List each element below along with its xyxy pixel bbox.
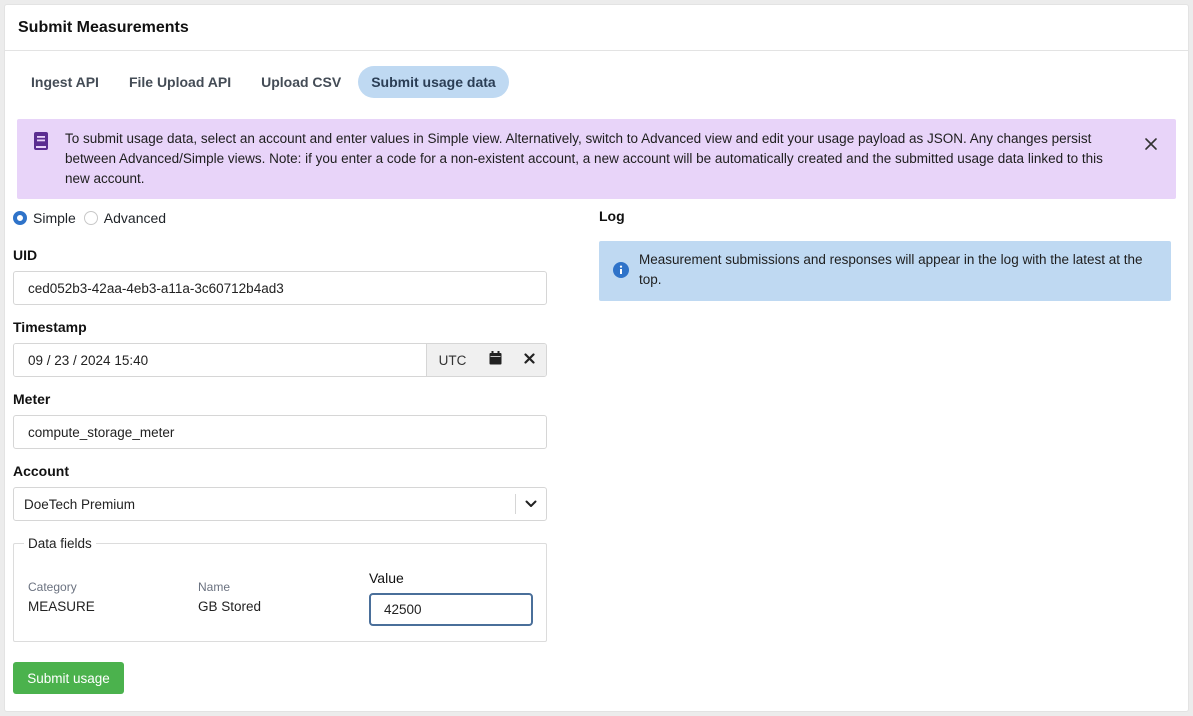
clear-timestamp-button[interactable] xyxy=(512,344,546,376)
category-column: Category MEASURE xyxy=(28,580,95,614)
account-select-value: DoeTech Premium xyxy=(24,496,136,512)
view-mode-toggle: Simple Advanced xyxy=(13,208,547,228)
tab-ingest-api[interactable]: Ingest API xyxy=(18,66,112,98)
radio-advanced[interactable] xyxy=(83,211,98,225)
meter-label: Meter xyxy=(13,391,51,407)
log-info-text: Measurement submissions and responses wi… xyxy=(639,252,1143,287)
calendar-button[interactable] xyxy=(478,344,512,376)
timestamp-input[interactable] xyxy=(14,344,426,376)
tab-file-upload-api[interactable]: File Upload API xyxy=(116,66,244,98)
data-fields-legend: Data fields xyxy=(24,536,96,551)
radio-simple[interactable] xyxy=(13,211,27,225)
timestamp-label: Timestamp xyxy=(13,319,87,335)
data-fields-group: Data fields Category MEASURE Name GB Sto… xyxy=(13,536,547,642)
radio-advanced-label[interactable]: Advanced xyxy=(104,210,166,226)
log-title: Log xyxy=(599,208,625,224)
page-title: Submit Measurements xyxy=(18,18,189,36)
instructions-text: To submit usage data, select an account … xyxy=(65,131,1103,186)
log-panel: Log Measurement submissions and response… xyxy=(599,208,1171,301)
uid-input[interactable] xyxy=(13,271,547,305)
chevron-down-icon[interactable] xyxy=(516,500,546,508)
value-input[interactable] xyxy=(369,593,533,626)
value-label: Value xyxy=(369,570,404,586)
tab-bar: Ingest API File Upload API Upload CSV Su… xyxy=(18,66,509,98)
card-header: Submit Measurements xyxy=(5,5,1188,51)
tab-upload-csv[interactable]: Upload CSV xyxy=(248,66,354,98)
submit-usage-button[interactable]: Submit usage xyxy=(13,662,124,694)
category-label: Category xyxy=(28,580,77,594)
timestamp-group: UTC xyxy=(13,343,547,377)
log-info-alert: Measurement submissions and responses wi… xyxy=(599,241,1171,301)
meter-input[interactable] xyxy=(13,415,547,449)
calendar-icon xyxy=(489,350,502,370)
radio-simple-label[interactable]: Simple xyxy=(33,210,76,226)
uid-label: UID xyxy=(13,247,38,263)
tab-submit-usage-data[interactable]: Submit usage data xyxy=(358,66,509,98)
value-column: Value xyxy=(369,570,533,626)
name-label: Name xyxy=(198,580,231,594)
clear-icon xyxy=(523,351,535,369)
timezone-label: UTC xyxy=(426,344,478,376)
instructions-alert: To submit usage data, select an account … xyxy=(17,119,1176,199)
book-icon xyxy=(31,131,51,151)
name-value: GB Stored xyxy=(198,599,262,614)
usage-form: Simple Advanced UID Timestamp UTC xyxy=(13,208,547,642)
account-select[interactable]: DoeTech Premium xyxy=(13,487,547,521)
close-icon[interactable] xyxy=(1144,137,1158,151)
account-label: Account xyxy=(13,463,69,479)
category-value: MEASURE xyxy=(28,599,95,614)
name-column: Name GB Stored xyxy=(198,580,261,614)
info-icon xyxy=(613,262,629,278)
